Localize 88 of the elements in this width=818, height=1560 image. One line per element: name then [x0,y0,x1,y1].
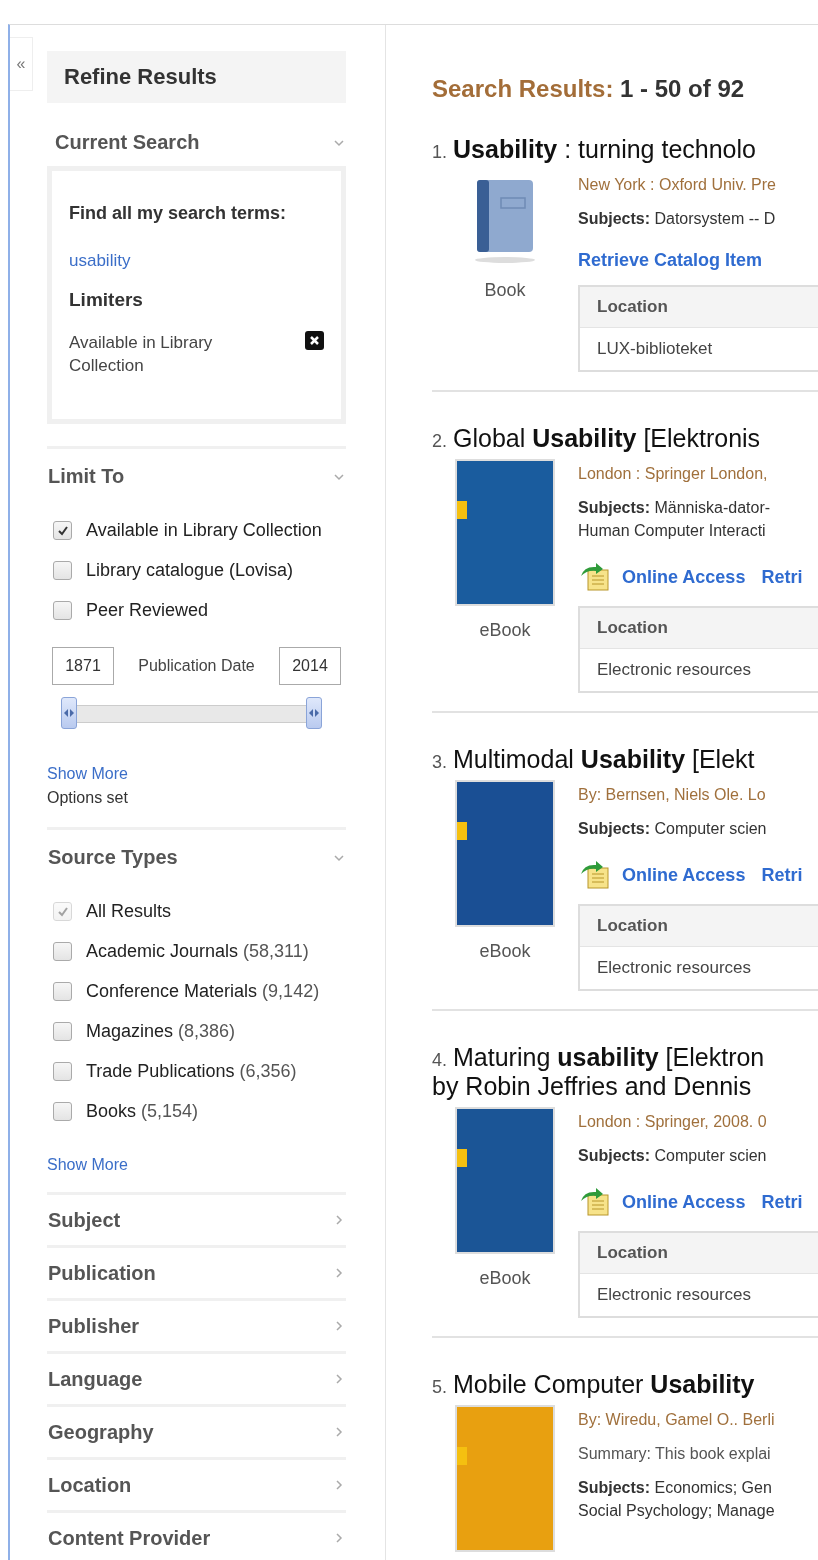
facet-heading[interactable]: Publication [48,1261,156,1285]
result-title-link[interactable]: by Robin Jeffries and Dennis [432,1072,818,1101]
format-label: eBook [479,620,531,641]
facet-heading[interactable]: Content Provider [48,1526,211,1550]
result-title-link[interactable]: 1. Usability : turning technolo [432,135,818,164]
column-header: Location [580,1233,818,1274]
checkmark-icon [56,524,69,537]
date-range-label: Publication Date [138,657,255,675]
find-label: Find all my search terms: [69,202,288,225]
subjects-text: Human Computer Interacti [578,522,767,540]
subjects-text: Subjects: Computer scien [578,820,768,838]
slider-handle[interactable] [61,697,77,729]
format-label: Book [484,280,526,301]
online-access-link[interactable]: Online Access [622,566,746,588]
limiters-label: Limiters [69,289,144,311]
checkbox[interactable] [53,1062,72,1081]
option-label[interactable]: Peer Reviewed [86,600,209,621]
results-heading: Search Results: 1 - 50 of 92 [432,75,746,103]
section-heading[interactable]: Source Types [48,846,178,869]
document-arrow-icon[interactable] [578,1187,612,1217]
search-term-link[interactable]: usability [69,251,131,271]
subjects-text: Subjects: Computer scien [578,1147,768,1165]
option-label[interactable]: Trade Publications (6,356) [86,1061,297,1082]
show-more-link[interactable]: Show More [47,1156,128,1174]
show-more-link[interactable]: Show More [47,765,128,783]
section-heading[interactable]: Current Search [55,131,200,154]
checkbox[interactable] [53,1022,72,1041]
catalog-link[interactable]: Retrieve Catalog Item [578,250,763,271]
checkbox[interactable] [53,601,72,620]
facet-heading[interactable]: Location [48,1473,132,1497]
table-cell-text: Electronic resources [596,1284,752,1306]
limiter-label: Available in Library Collection [69,332,214,377]
collapse-button[interactable]: « [10,37,33,91]
publisher-text: By: Wiredu, Gamel O.. Berli [578,1411,775,1429]
subjects-text: Subjects: Economics; Gen [578,1479,773,1497]
result-title-link[interactable]: 5. Mobile Computer Usability [432,1370,818,1399]
option-label[interactable]: Available in Library Collection [86,520,322,541]
checkmark-icon [56,905,69,918]
catalog-link[interactable]: Retri [761,1191,803,1213]
start-year-field[interactable]: 1871 [52,647,114,685]
table-cell-text: Electronic resources [596,957,752,979]
slider-handle[interactable] [306,697,322,729]
table-cell-text: Electronic resources [596,659,752,681]
checkbox[interactable] [53,521,72,540]
online-access-link[interactable]: Online Access [622,864,746,886]
table-cell-text: LUX-biblioteket [596,338,714,360]
column-header: Location [580,287,818,328]
facet-heading[interactable]: Language [48,1367,143,1391]
facet-heading[interactable]: Publisher [48,1314,140,1338]
result-title-link[interactable]: 4. Maturing usability [Elektron [432,1043,818,1072]
result-title-link[interactable]: 3. Multimodal Usability [Elekt [432,745,818,774]
subjects-text: Social Psychology; Manage [578,1502,775,1520]
publisher-text: London : Springer London, [578,465,769,483]
format-label: eBook [479,941,531,962]
document-arrow-icon[interactable] [578,562,612,592]
options-set-text: Options set [47,789,129,807]
catalog-link[interactable]: Retri [761,566,803,588]
online-access-link[interactable]: Online Access [622,1191,746,1213]
facet-heading[interactable]: Subject [48,1208,121,1232]
option-label[interactable]: Library catalogue (Lovisa) [86,560,294,581]
publisher-text: By: Bernsen, Niels Ole. Lo [578,786,767,804]
section-heading[interactable]: Limit To [48,465,125,488]
option-label[interactable]: Academic Journals (58,311) [86,941,309,962]
format-label: eBook [479,1268,531,1289]
column-header: Location [580,906,818,947]
checkbox[interactable] [53,982,72,1001]
option-label[interactable]: Magazines (8,386) [86,1021,236,1042]
catalog-link[interactable]: Retri [761,864,803,886]
checkbox[interactable] [53,942,72,961]
publisher-text: New York : Oxford Univ. Pre [578,176,777,194]
summary-text: Summary: This book explai [578,1445,772,1463]
subjects-text: Subjects: Datorsystem -- D [578,210,777,228]
facet-heading[interactable]: Geography [48,1420,154,1444]
subjects-text: Subjects: Människa-dator- [578,499,772,517]
option-label[interactable]: Conference Materials (9,142) [86,981,320,1002]
book-cover[interactable] [455,459,555,606]
sidebar-title: Refine Results [47,51,346,103]
end-year-field[interactable]: 2014 [279,647,341,685]
book-cover[interactable] [455,780,555,927]
book-cover[interactable] [455,1107,555,1254]
publisher-text: London : Springer, 2008. 0 [578,1113,768,1131]
option-label[interactable]: Books (5,154) [86,1101,199,1122]
remove-icon[interactable] [305,331,324,350]
checkbox[interactable] [53,1102,72,1121]
column-header: Location [580,608,818,649]
document-arrow-icon[interactable] [578,860,612,890]
result-title-link[interactable]: 2. Global Usability [Elektronis [432,424,818,453]
checkbox[interactable] [53,561,72,580]
